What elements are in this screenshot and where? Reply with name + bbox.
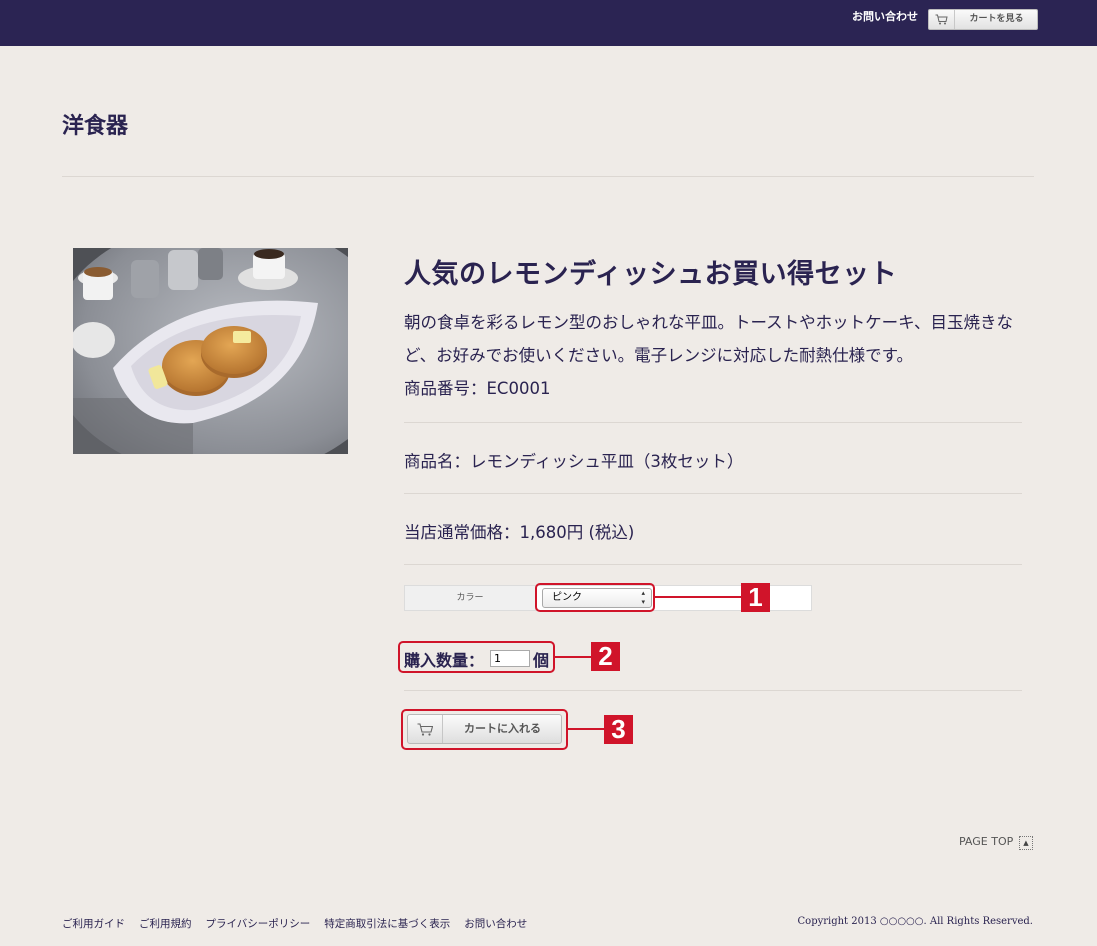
callout-box-1 <box>535 583 655 612</box>
product-photo <box>73 248 348 454</box>
product-description: 朝の食卓を彩るレモン型のおしゃれな平皿。トーストやホットケーキ、目玉焼きなど、お… <box>404 313 1014 365</box>
footer-link-privacy[interactable]: プライバシーポリシー <box>206 916 311 931</box>
footer-nav: ご利用ガイド ご利用規約 プライバシーポリシー 特定商取引法に基づく表示 お問い… <box>62 916 527 931</box>
color-option-label: カラー <box>405 586 536 610</box>
footer-link-guide[interactable]: ご利用ガイド <box>62 916 125 931</box>
view-cart-label: カートを見る <box>969 14 1024 24</box>
view-cart-button[interactable]: カートを見る <box>928 9 1038 30</box>
product-title: 人気のレモンディッシュお買い得セット <box>404 259 898 290</box>
product-price: 当店通常価格：1,680円 (税込) <box>404 523 635 542</box>
callout-box-2 <box>398 641 555 673</box>
product-name: 商品名：レモンディッシュ平皿（3枚セット） <box>404 452 744 471</box>
callout-box-3 <box>401 709 568 750</box>
callout-line-3 <box>568 728 604 730</box>
cart-icon <box>929 10 955 29</box>
footer-link-contact[interactable]: お問い合わせ <box>464 916 527 931</box>
header-bar: お問い合わせ カートを見る <box>0 0 1097 46</box>
copyright: Copyright 2013 ○○○○○. All Rights Reserve… <box>797 916 1033 927</box>
page-top-link[interactable]: PAGE TOP <box>959 835 1013 848</box>
divider <box>404 493 1022 494</box>
divider <box>62 176 1034 177</box>
divider <box>404 422 1022 423</box>
callout-line-1 <box>655 596 741 598</box>
divider <box>404 564 1022 565</box>
category-title: 洋食器 <box>62 113 129 139</box>
footer-link-terms[interactable]: ご利用規約 <box>139 916 192 931</box>
callout-number-1: 1 <box>741 583 770 612</box>
callout-number-2: 2 <box>591 642 620 671</box>
callout-number-3: 3 <box>604 715 633 744</box>
divider <box>404 690 1022 691</box>
product-code: 商品番号：EC0001 <box>404 379 551 398</box>
contact-link[interactable]: お問い合わせ <box>852 8 918 24</box>
arrow-up-icon[interactable]: ▲ <box>1019 836 1033 850</box>
callout-line-2 <box>555 656 591 658</box>
footer-link-legal[interactable]: 特定商取引法に基づく表示 <box>324 916 450 931</box>
